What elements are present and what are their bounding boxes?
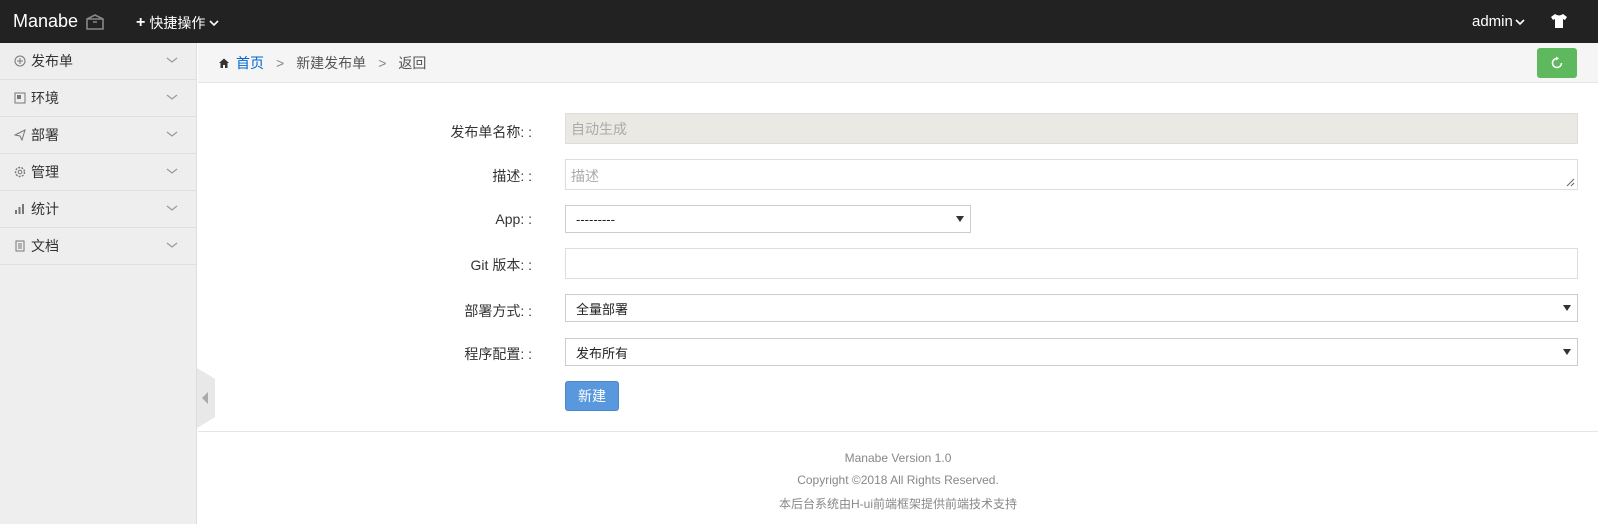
create-button[interactable]: 新建 [565, 381, 619, 411]
sidebar-item-label: 管理 [31, 164, 59, 180]
app-select[interactable]: --------- [565, 205, 971, 233]
breadcrumb-separator: > [378, 54, 387, 71]
refresh-icon [1551, 56, 1563, 69]
refresh-button[interactable] [1537, 48, 1577, 78]
plus-circle-icon [14, 55, 26, 67]
footer-version: Manabe Version 1.0 [844, 451, 952, 465]
quick-actions-label: 快捷操作 [149, 15, 206, 31]
description-field[interactable] [565, 159, 1578, 190]
caret-down-icon [1563, 305, 1571, 311]
document-icon [15, 240, 25, 252]
environment-icon [14, 92, 26, 104]
chevron-down-icon [166, 57, 178, 63]
breadcrumb-home-link[interactable]: 首页 [236, 53, 264, 73]
sidebar-item-label: 部署 [31, 127, 59, 143]
git-version-field[interactable] [565, 248, 1578, 279]
deploy-mode-label: 部署方式: : [464, 303, 532, 319]
sidebar: 发布单 环境 部署 管理 统计 文档 [0, 43, 197, 524]
release-name-label: 发布单名称: : [450, 124, 532, 140]
description-input[interactable] [566, 160, 1577, 189]
chevron-down-icon [209, 20, 219, 27]
sidebar-item-deploy[interactable]: 部署 [0, 117, 196, 154]
chevron-down-icon [166, 94, 178, 100]
description-label: 描述: : [492, 168, 532, 184]
app-selected-value: --------- [576, 211, 615, 227]
program-config-label: 程序配置: : [464, 346, 532, 362]
chevron-down-icon [166, 205, 178, 211]
breadcrumb-current: 新建发布单 [296, 54, 367, 71]
plus-icon: + [136, 14, 146, 31]
sidebar-item-label: 统计 [31, 201, 59, 217]
user-name: admin [1472, 13, 1513, 30]
footer-support: 本后台系统由H-ui前端框架提供前端技术支持 [778, 497, 1017, 511]
skin-shirt-icon[interactable] [1550, 13, 1568, 29]
resize-grip-icon[interactable] [1566, 178, 1575, 187]
chevron-down-icon [166, 168, 178, 174]
footer-divider [198, 431, 1598, 432]
paper-plane-icon [14, 129, 26, 141]
quick-actions-menu[interactable]: + 快捷操作 [136, 13, 219, 33]
sidebar-item-label: 环境 [31, 90, 59, 106]
program-config-selected-value: 发布所有 [576, 345, 629, 361]
sidebar-item-manage[interactable]: 管理 [0, 154, 196, 191]
app-label: App: : [495, 211, 532, 227]
footer-copyright: Copyright ©2018 All Rights Reserved. [797, 473, 999, 487]
program-config-select[interactable]: 发布所有 [565, 338, 1578, 366]
caret-down-icon [1563, 349, 1571, 355]
bar-chart-icon [15, 204, 24, 214]
user-menu[interactable]: admin [1472, 13, 1525, 30]
release-name-input [566, 114, 1577, 143]
home-icon [219, 58, 229, 68]
deploy-mode-selected-value: 全量部署 [576, 301, 629, 317]
sidebar-item-environment[interactable]: 环境 [0, 80, 196, 117]
git-version-input[interactable] [566, 249, 1577, 278]
box-icon [86, 14, 104, 30]
chevron-down-icon [1515, 18, 1525, 25]
sidebar-item-statistics[interactable]: 统计 [0, 191, 196, 228]
sidebar-item-release[interactable]: 发布单 [0, 43, 196, 80]
deploy-mode-select[interactable]: 全量部署 [565, 294, 1578, 322]
chevron-down-icon [166, 242, 178, 248]
git-version-label: Git 版本: : [470, 257, 532, 273]
top-navbar: Manabe + 快捷操作 admin [0, 0, 1598, 43]
gear-icon [14, 166, 26, 178]
chevron-left-icon [202, 392, 208, 404]
brand-logo[interactable]: Manabe [13, 11, 78, 32]
breadcrumb-separator: > [276, 54, 285, 71]
chevron-down-icon [166, 131, 178, 137]
sidebar-collapse-handle[interactable] [197, 368, 215, 428]
sidebar-item-label: 文档 [31, 238, 59, 254]
breadcrumb-back-link[interactable]: 返回 [398, 53, 426, 73]
sidebar-item-docs[interactable]: 文档 [0, 228, 196, 265]
release-name-field [565, 113, 1578, 144]
breadcrumb: 首页 > 新建发布单 > 返回 [198, 43, 1598, 83]
caret-down-icon [956, 216, 964, 222]
sidebar-item-label: 发布单 [31, 53, 73, 69]
